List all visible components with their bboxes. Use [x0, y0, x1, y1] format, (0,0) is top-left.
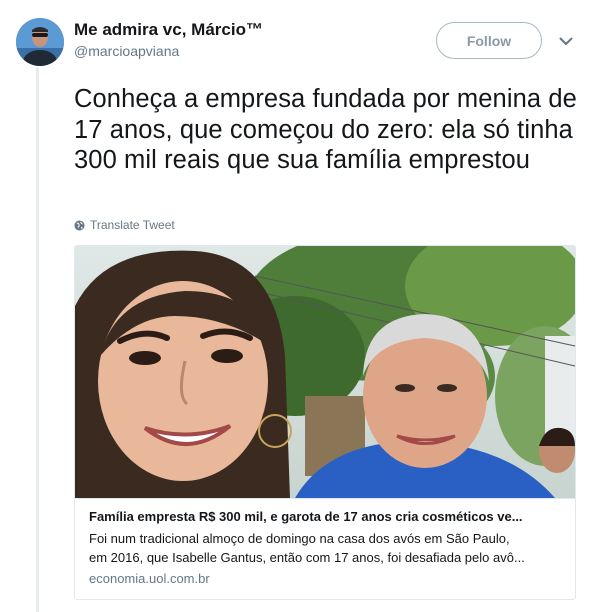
- card-body[interactable]: Família empresta R$ 300 mil, e garota de…: [75, 498, 575, 588]
- card-photo-illustration: [75, 246, 575, 498]
- card-description-line: em 2016, que Isabelle Gantus, então com …: [89, 550, 525, 565]
- translate-tweet-link[interactable]: Translate Tweet: [74, 218, 175, 232]
- username[interactable]: @marcioapviana: [74, 42, 263, 60]
- display-name[interactable]: Me admira vc, Márcio™: [74, 19, 263, 41]
- card-description: Foi num tradicional almoço de domingo na…: [89, 529, 561, 567]
- chevron-down-icon: [559, 37, 573, 45]
- tweet-author[interactable]: Me admira vc, Márcio™ @marcioapviana: [74, 19, 263, 60]
- card-domain: economia.uol.com.br: [89, 571, 210, 586]
- follow-button[interactable]: Follow: [436, 22, 542, 59]
- tweet-text: Conheça a empresa fundada por menina de …: [74, 85, 577, 174]
- avatar-photo: [16, 18, 64, 66]
- card-description-line: Foi num tradicional almoço de domingo na…: [89, 531, 510, 546]
- card-image[interactable]: [75, 246, 575, 498]
- avatar[interactable]: [16, 18, 64, 66]
- link-card[interactable]: Família empresta R$ 300 mil, e garota de…: [74, 245, 576, 600]
- card-title[interactable]: Família empresta R$ 300 mil, e garota de…: [89, 508, 561, 526]
- thread-connector-line: [36, 68, 39, 612]
- tweet-menu-button[interactable]: [556, 32, 576, 50]
- globe-icon: [74, 219, 85, 231]
- translate-label[interactable]: Translate Tweet: [90, 218, 175, 232]
